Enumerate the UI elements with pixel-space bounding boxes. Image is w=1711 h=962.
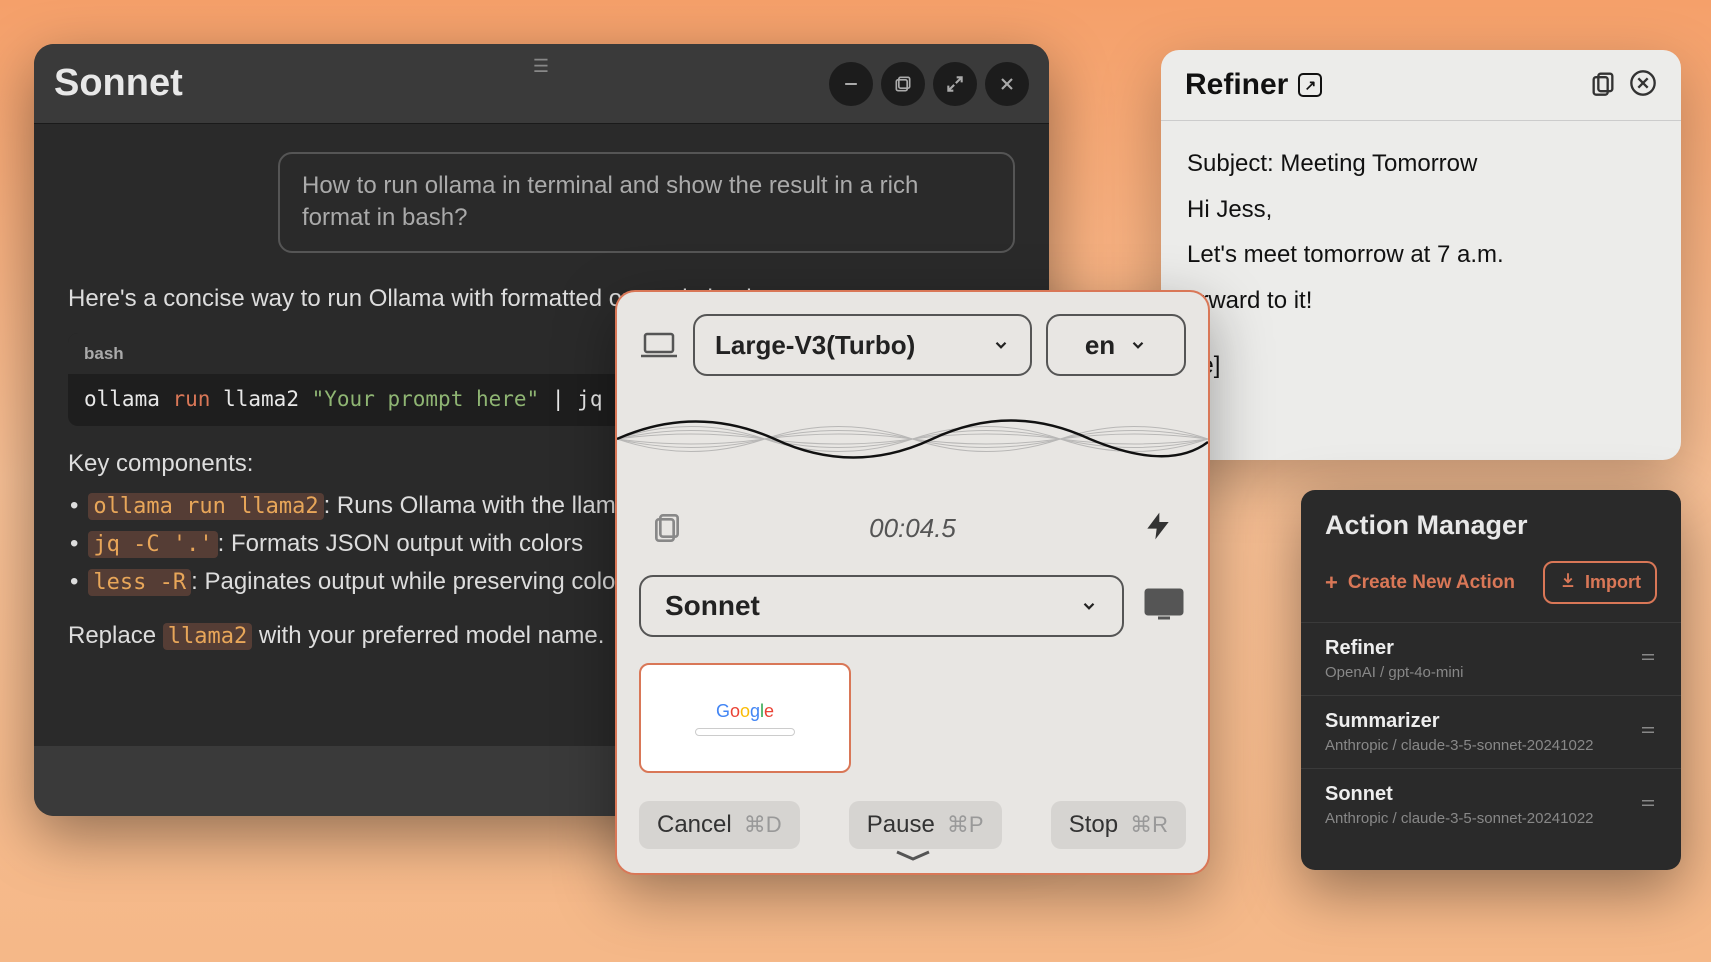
chevron-down-icon <box>992 330 1010 361</box>
refiner-window: Refiner ↗ Subject: Meeting Tomorrow Hi J… <box>1161 50 1681 460</box>
create-action-button[interactable]: + Create New Action <box>1325 570 1515 596</box>
action-item[interactable]: Refiner OpenAI / gpt-4o-mini <box>1301 622 1681 695</box>
refiner-header: Refiner ↗ <box>1161 50 1681 121</box>
monitor-icon[interactable] <box>1142 586 1186 627</box>
action-select[interactable]: Sonnet <box>639 575 1124 637</box>
copy-icon[interactable] <box>1589 69 1617 102</box>
refiner-body: Subject: Meeting Tomorrow Hi Jess, Let's… <box>1161 121 1681 409</box>
waveform <box>617 394 1208 484</box>
google-searchbar <box>695 728 795 736</box>
user-prompt: How to run ollama in terminal and show t… <box>278 152 1015 253</box>
close-button[interactable] <box>985 62 1029 106</box>
import-button[interactable]: Import <box>1543 561 1657 604</box>
whisper-model-select[interactable]: Large-V3(Turbo) <box>693 314 1032 376</box>
stop-button[interactable]: Stop ⌘R <box>1051 801 1186 849</box>
email-greeting: Hi Jess, <box>1187 187 1655 233</box>
drag-handle-icon[interactable] <box>1639 648 1657 671</box>
email-line: Let's meet tomorrow at 7 a.m. <box>1187 232 1655 278</box>
download-icon <box>1559 571 1577 594</box>
expand-button[interactable] <box>933 62 977 106</box>
clipboard-icon[interactable] <box>651 510 683 547</box>
email-subject: Subject: Meeting Tomorrow <box>1187 141 1655 187</box>
email-signature: ne] <box>1187 343 1655 389</box>
chevron-down-icon[interactable] <box>893 848 933 867</box>
close-icon[interactable] <box>1629 69 1657 102</box>
chevron-down-icon <box>1080 590 1098 622</box>
email-line: orward to it! <box>1187 278 1655 324</box>
action-item[interactable]: Sonnet Anthropic / claude-3-5-sonnet-202… <box>1301 768 1681 841</box>
drag-handle-icon[interactable] <box>1639 721 1657 744</box>
laptop-icon <box>639 330 679 360</box>
windows-button[interactable] <box>881 62 925 106</box>
language-select[interactable]: en <box>1046 314 1186 376</box>
action-item[interactable]: Summarizer Anthropic / claude-3-5-sonnet… <box>1301 695 1681 768</box>
sonnet-title: Sonnet <box>54 62 183 105</box>
action-manager-title: Action Manager <box>1301 490 1681 553</box>
open-external-icon[interactable]: ↗ <box>1298 73 1322 97</box>
sonnet-titlebar: ☰ Sonnet <box>34 44 1049 124</box>
minimize-button[interactable] <box>829 62 873 106</box>
pause-button[interactable]: Pause ⌘P <box>849 801 1002 849</box>
recorder-window: Large-V3(Turbo) en <box>615 290 1210 875</box>
plus-icon: + <box>1325 570 1338 596</box>
refiner-title: Refiner ↗ <box>1185 68 1322 102</box>
action-manager-window: Action Manager + Create New Action Impor… <box>1301 490 1681 870</box>
chevron-down-icon <box>1129 330 1147 361</box>
drag-handle-icon[interactable] <box>1639 794 1657 817</box>
cancel-button[interactable]: Cancel ⌘D <box>639 801 800 849</box>
lightning-icon[interactable] <box>1142 510 1174 547</box>
screenshot-thumbnail[interactable]: Google <box>639 663 851 773</box>
recording-timer: 00:04.5 <box>869 513 956 544</box>
drag-handle-icon[interactable]: ☰ <box>533 56 550 77</box>
google-logo: Google <box>716 701 774 722</box>
